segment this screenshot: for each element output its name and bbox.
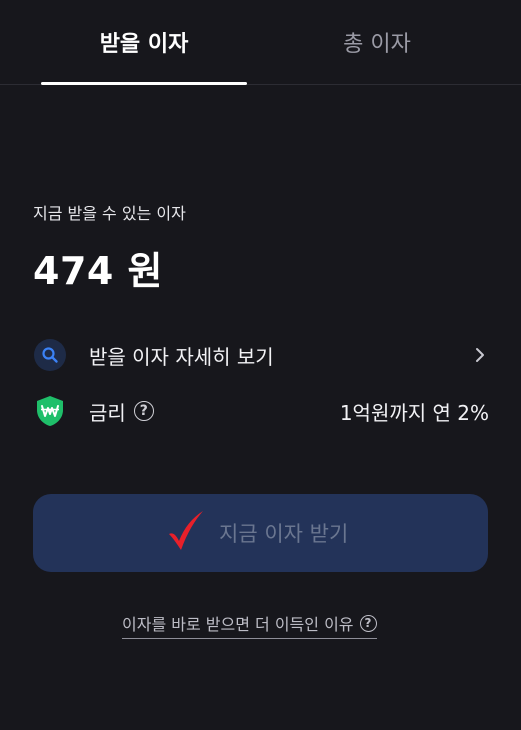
tab-bar: 받을 이자 총 이자 [0,0,521,85]
tab-total-interest[interactable]: 총 이자 [274,0,480,84]
red-check-mark-icon [169,511,203,550]
receive-interest-button[interactable]: 지금 이자 받기 [33,494,488,572]
active-tab-indicator [41,82,247,85]
rate-help-icon[interactable]: ? [133,401,154,421]
interest-rate-label: 금리 [89,400,126,425]
shield-won-icon [33,394,67,428]
receivable-interest-caption: 지금 받을 수 있는 이자 [33,204,186,223]
chevron-right-icon [476,348,484,362]
tab-total-interest-label: 총 이자 [343,32,411,57]
tab-receivable-interest-label: 받을 이자 [99,32,189,57]
interest-detail-label: 받을 이자 자세히 보기 [89,344,274,369]
interest-rate-value: 1억원까지 연 2% [339,400,489,425]
why-receive-now-link-text: 이자를 바로 받으면 더 이득인 이유 [122,615,354,634]
footer-help-icon: ? [359,614,377,632]
why-receive-now-link[interactable]: 이자를 바로 받으면 더 이득인 이유 ? [122,608,377,639]
tab-receivable-interest[interactable]: 받을 이자 [41,0,247,84]
receive-interest-button-label: 지금 이자 받기 [219,522,349,546]
interest-rate-row: 금리 ? 1억원까지 연 2% [33,391,489,431]
interest-detail-row[interactable]: 받을 이자 자세히 보기 [33,335,489,375]
receivable-interest-amount: 474 원 [33,249,164,293]
search-icon [33,338,67,372]
